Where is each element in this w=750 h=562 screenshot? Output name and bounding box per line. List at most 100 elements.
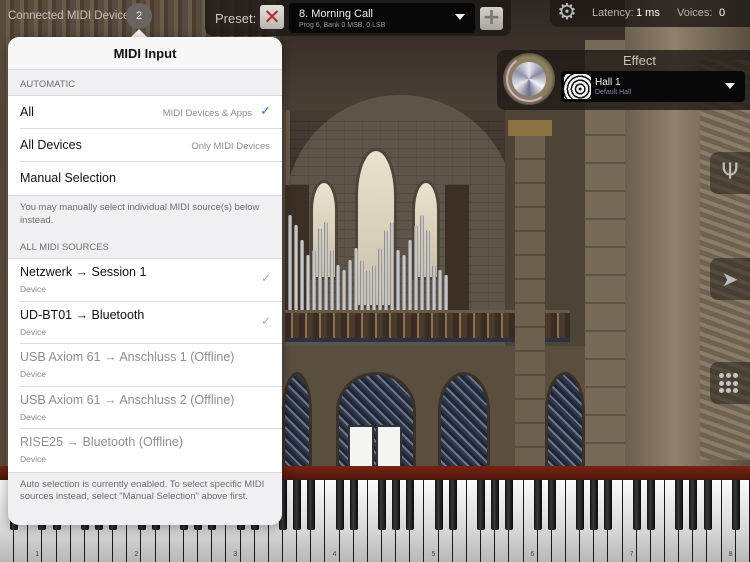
- section-header-sources: ALL MIDI SOURCES: [20, 242, 109, 253]
- black-key[interactable]: [646, 480, 655, 530]
- option-all[interactable]: All MIDI Devices & Apps ✓: [20, 96, 282, 129]
- black-key[interactable]: [505, 480, 514, 530]
- source-name: Netzwerk → Session 1: [20, 265, 147, 279]
- midi-input-popover: MIDI Input AUTOMATIC All MIDI Devices & …: [8, 37, 282, 525]
- preset-details: Prog 6, Bank 0 MSB, 0 LSB: [299, 22, 386, 29]
- organ-pipes: [288, 200, 448, 310]
- option-label: All: [20, 105, 34, 119]
- arch-window: [545, 372, 585, 470]
- preset-dropdown[interactable]: 8. Morning Call Prog 6, Bank 0 MSB, 0 LS…: [289, 3, 475, 33]
- option-all-devices[interactable]: All Devices Only MIDI Devices: [20, 129, 282, 162]
- option-label: All Devices: [20, 138, 82, 152]
- black-key[interactable]: [547, 480, 556, 530]
- effect-amount-knob[interactable]: [502, 52, 556, 106]
- octave-label: 2: [134, 551, 139, 558]
- octave-label: 5: [431, 551, 436, 558]
- source-row[interactable]: Netzwerk → Session 1 Device ✓: [20, 259, 282, 302]
- gear-icon[interactable]: ⚙: [555, 1, 579, 25]
- source-type: Device: [20, 284, 46, 294]
- effect-dropdown[interactable]: Hall 1 Default Hall: [561, 71, 745, 102]
- black-key[interactable]: [703, 480, 712, 530]
- midi-sources-list: Netzwerk → Session 1 Device ✓ UD-BT01 → …: [8, 258, 282, 473]
- arch-window: [282, 372, 312, 470]
- grid-menu-button[interactable]: [710, 362, 750, 404]
- black-key[interactable]: [590, 480, 599, 530]
- source-name: USB Axiom 61 → Anschluss 1 (Offline): [20, 350, 235, 364]
- source-name: USB Axiom 61 → Anschluss 2 (Offline): [20, 392, 235, 407]
- source-type: Device: [20, 369, 46, 379]
- black-key[interactable]: [335, 480, 344, 530]
- column-capital: [508, 120, 552, 136]
- source-row[interactable]: UD-BT01 → Bluetooth Device ✓: [20, 302, 282, 344]
- close-icon: ✕: [263, 5, 281, 29]
- black-key[interactable]: [349, 480, 358, 530]
- option-detail: Only MIDI Devices: [191, 141, 270, 152]
- latency-value: 1 ms: [636, 7, 660, 19]
- tuning-fork-button[interactable]: Ψ: [710, 152, 750, 194]
- black-key[interactable]: [392, 480, 401, 530]
- source-name: RISE25 → Bluetooth (Offline): [20, 435, 184, 449]
- effect-title: Effect: [623, 53, 657, 68]
- sources-footer: Auto selection is currently enabled. To …: [20, 478, 265, 503]
- checkmark-icon: ✓: [260, 313, 271, 328]
- checkmark-icon: ✓: [260, 271, 271, 285]
- black-key[interactable]: [477, 480, 486, 530]
- popover-title: MIDI Input: [8, 37, 282, 70]
- effect-panel: Effect Hall 1 Default Hall: [497, 50, 750, 110]
- octave-label: 3: [233, 551, 238, 558]
- black-key[interactable]: [448, 480, 457, 530]
- latency-label: Latency:: [592, 7, 634, 19]
- black-key[interactable]: [491, 480, 500, 530]
- automatic-footer: You may manually select individual MIDI …: [20, 202, 260, 226]
- door: [348, 425, 374, 470]
- black-key[interactable]: [604, 480, 613, 530]
- preset-name: 8. Morning Call: [299, 8, 373, 20]
- checkmark-icon: ✓: [260, 104, 271, 119]
- source-type: Device: [20, 454, 46, 464]
- source-row[interactable]: USB Axiom 61 → Anschluss 2 (Offline) Dev…: [20, 387, 282, 429]
- organ-case-right: [445, 185, 469, 310]
- effect-description: Default Hall: [595, 89, 632, 96]
- black-key[interactable]: [675, 480, 684, 530]
- source-type: Device: [20, 326, 46, 337]
- arrow-right-icon: ➤: [721, 267, 739, 291]
- source-row[interactable]: USB Axiom 61 → Anschluss 1 (Offline) Dev…: [20, 344, 282, 387]
- status-panel: ⚙ Latency: 1 ms Voices: 0: [550, 0, 750, 27]
- black-key[interactable]: [434, 480, 443, 530]
- chevron-down-icon: [725, 83, 735, 89]
- section-header-automatic: AUTOMATIC: [20, 79, 76, 90]
- black-key[interactable]: [307, 480, 316, 530]
- arch-window: [438, 372, 490, 470]
- door: [376, 425, 402, 470]
- voices-label: Voices:: [677, 7, 713, 19]
- effect-name: Hall 1: [595, 77, 621, 88]
- octave-label: 6: [530, 551, 535, 558]
- connected-devices-label: Connected MIDI Devices:: [8, 10, 139, 22]
- black-key[interactable]: [533, 480, 542, 530]
- add-preset-button[interactable]: +: [480, 7, 503, 30]
- grid-icon: [719, 373, 740, 394]
- voices-value: 0: [719, 7, 726, 19]
- option-label: Manual Selection: [20, 171, 116, 185]
- black-key[interactable]: [576, 480, 585, 530]
- black-key[interactable]: [731, 480, 740, 530]
- octave-label: 1: [35, 551, 40, 558]
- connected-devices-count-button[interactable]: 2: [126, 3, 152, 29]
- tuning-fork-icon: Ψ: [721, 160, 739, 185]
- source-name: UD-BT01 → Bluetooth: [20, 307, 145, 322]
- black-key[interactable]: [632, 480, 641, 530]
- option-manual-selection[interactable]: Manual Selection: [20, 162, 282, 195]
- remove-preset-button[interactable]: ✕: [260, 5, 284, 29]
- chevron-down-icon: [455, 14, 465, 20]
- option-detail: MIDI Devices & Apps: [162, 108, 252, 119]
- black-key[interactable]: [406, 480, 415, 530]
- preset-label: Preset:: [215, 11, 257, 26]
- octave-label: 4: [332, 551, 337, 558]
- source-row[interactable]: RISE25 → Bluetooth (Offline) Device: [20, 429, 282, 472]
- black-key[interactable]: [689, 480, 698, 530]
- plus-icon: +: [482, 5, 501, 30]
- black-key[interactable]: [378, 480, 387, 530]
- black-key[interactable]: [293, 480, 302, 530]
- octave-label: 7: [629, 551, 634, 558]
- arrow-button[interactable]: ➤: [710, 258, 750, 300]
